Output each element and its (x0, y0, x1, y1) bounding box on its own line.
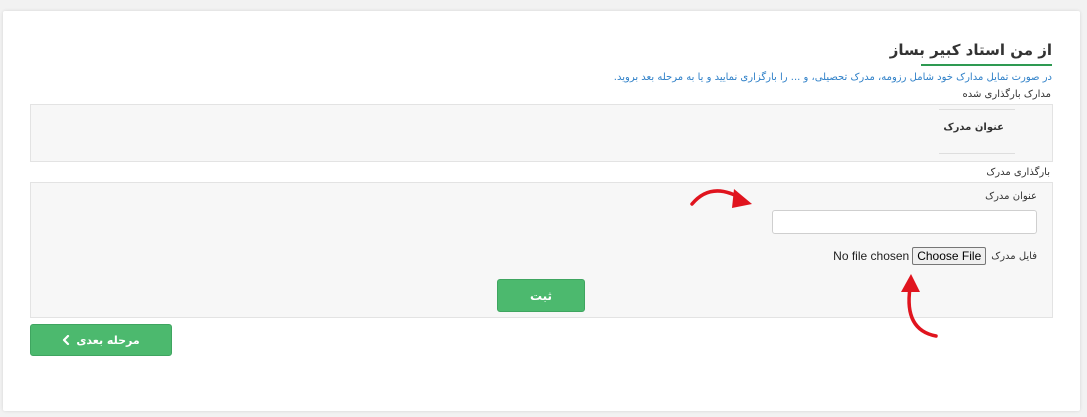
content-card: از من استاد کبیر بساز در صورت تمایل مدار… (3, 11, 1080, 411)
title-underline (921, 64, 1052, 66)
next-step-label: مرحله بعدی (76, 333, 140, 347)
uploaded-documents-table: عنوان مدرک (30, 104, 1053, 162)
submit-button[interactable]: ثبت (497, 279, 585, 312)
page-title: از من استاد کبیر بساز (889, 41, 1052, 59)
table-header: عنوان مدرک (939, 109, 1015, 154)
document-title-input[interactable] (772, 210, 1037, 234)
chevron-left-icon (62, 335, 70, 345)
column-header-title: عنوان مدرک (943, 122, 1004, 133)
file-field-row: فایل مدرک Choose File No file chosen (833, 247, 1037, 265)
red-curved-arrow-icon (901, 274, 938, 338)
red-curved-arrow-icon (690, 189, 752, 208)
next-step-button[interactable]: مرحله بعدی (30, 324, 172, 356)
document-file-label: فایل مدرک (991, 250, 1037, 262)
uploaded-documents-label: مدارک بارگذاری شده (962, 89, 1052, 100)
choose-file-button[interactable]: Choose File (912, 247, 987, 265)
page-subtitle: در صورت تمایل مدارک خود شامل رزومه، مدرک… (613, 72, 1052, 83)
no-file-chosen-text: No file chosen (833, 249, 910, 263)
upload-document-label: بارگذاری مدرک (986, 167, 1050, 178)
document-title-label: عنوان مدرک (985, 191, 1037, 202)
